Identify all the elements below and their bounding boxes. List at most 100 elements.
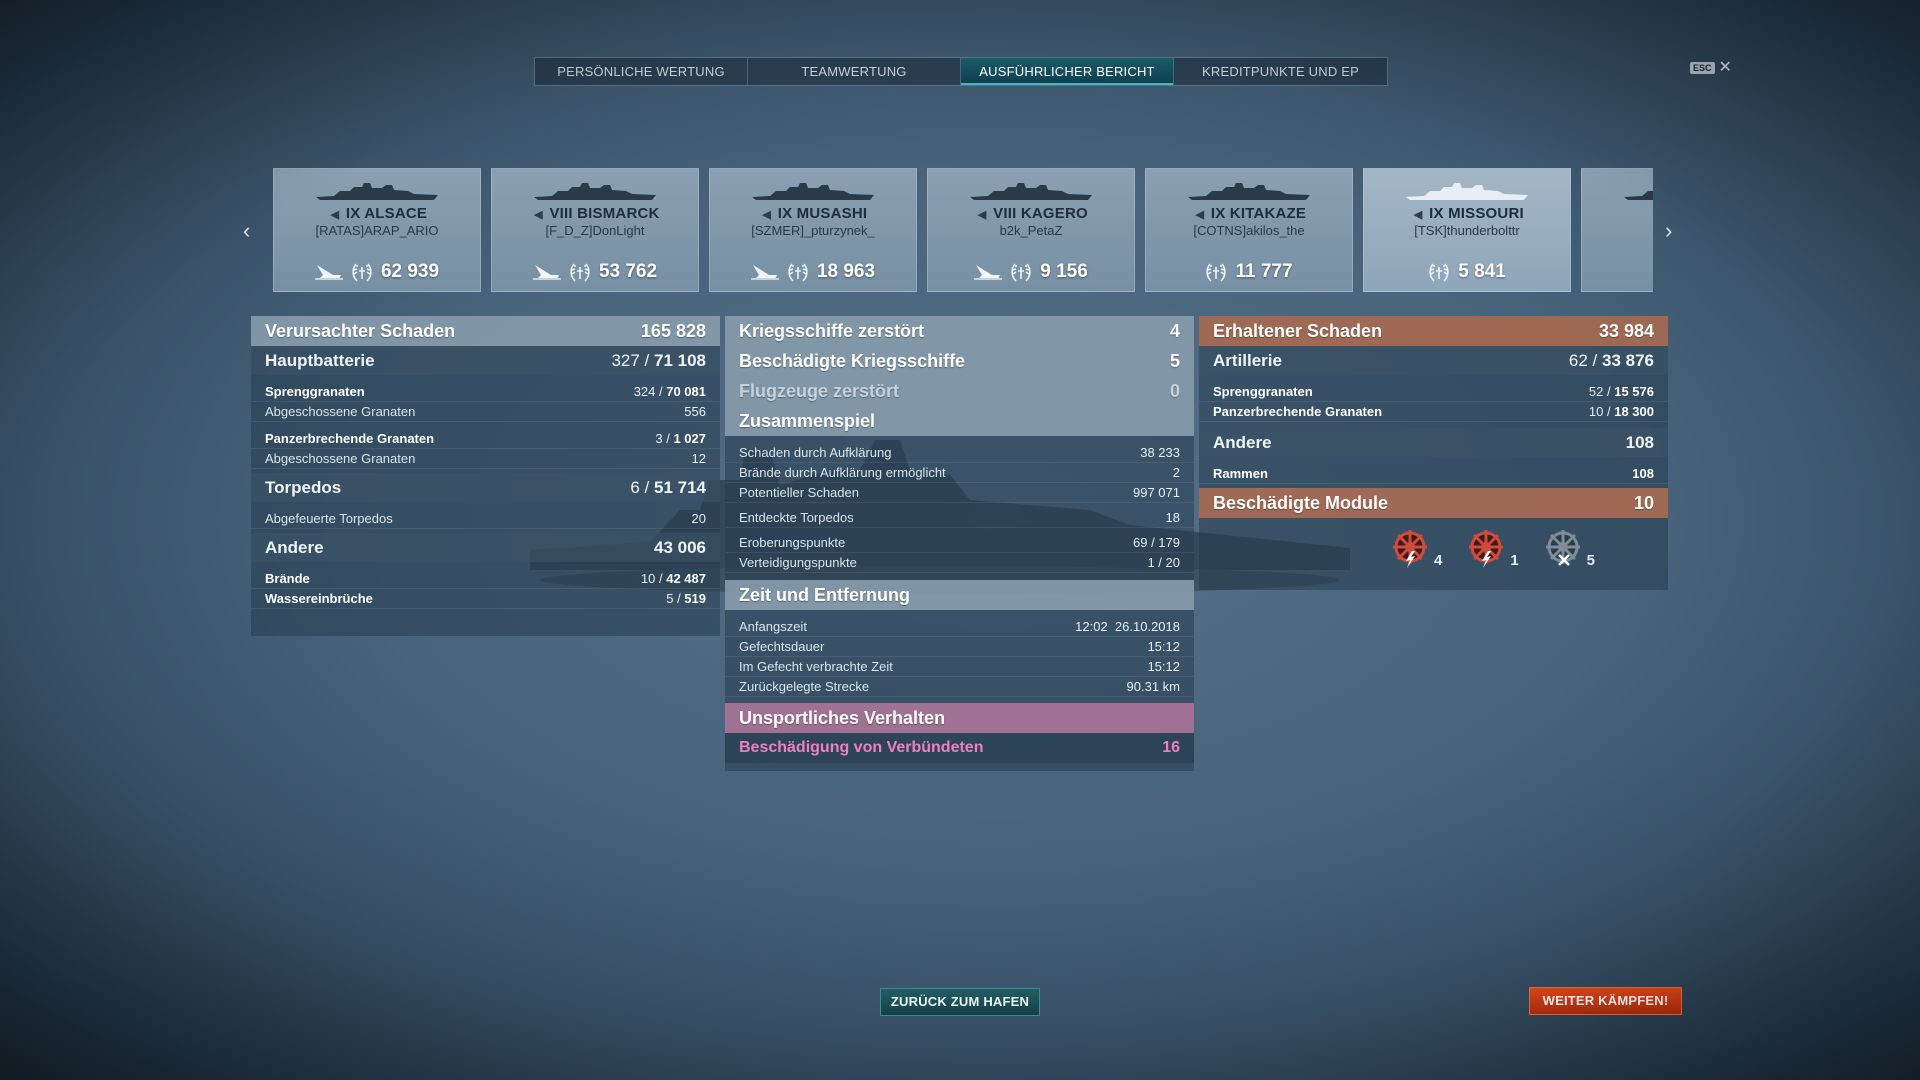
ship-card[interactable]: ◀[S	[1581, 168, 1653, 292]
ship-silhouette-icon	[752, 183, 874, 200]
received-ap-hits: 10	[1588, 404, 1604, 419]
stat-value: 997 071	[1133, 485, 1180, 500]
planes-destroyed-row: Flugzeuge zerstört 0	[725, 376, 1194, 406]
he-shells-row: Sprenggranaten 324 / 70 081	[251, 382, 720, 402]
received-he-hits: 52	[1588, 384, 1604, 399]
ship-name: VIII KAGERO	[993, 205, 1088, 222]
ship-card[interactable]: ◀ IX MUSASHI [SZMER]_pturzynek_ 18 963	[709, 168, 917, 292]
ship-carousel-next-button[interactable]: ›	[1665, 218, 1672, 244]
stat-label: Schaden durch Aufklärung	[739, 445, 892, 460]
fires-label: Brände	[265, 571, 310, 586]
he-shells-fired-row: Abgeschossene Granaten 556	[251, 402, 720, 422]
received-he-row: Sprenggranaten 52 / 15 576	[1199, 382, 1668, 402]
ship-damage-value: 18 963	[816, 261, 876, 282]
ship-carousel-prev-button[interactable]: ‹	[243, 218, 250, 244]
damage-wreath-icon	[1206, 263, 1227, 282]
torpedoes-fired-label: Abgefeuerte Torpedos	[265, 511, 393, 526]
time-row: Gefechtsdauer 15:12	[725, 637, 1194, 657]
received-other-value: 108	[1625, 432, 1654, 452]
tab-personal-score[interactable]: PERSÖNLICHE WERTUNG	[535, 58, 748, 85]
stat-label: Gefechtsdauer	[739, 639, 825, 654]
damaged-modules-header: Beschädigte Module 10	[1199, 488, 1668, 518]
tab-team-score[interactable]: TEAMWERTUNG	[748, 58, 961, 85]
main-battery-row: Hauptbatterie 327 / 71 108	[251, 346, 720, 375]
ship-name: IX KITAKAZE	[1210, 205, 1307, 222]
he-shells-fired-value: 556	[684, 404, 706, 419]
ship-destroyed-icon	[750, 265, 779, 280]
player-name: [F_D_Z]DonLight	[545, 223, 645, 238]
ship-damage-value: 9 156	[1040, 261, 1088, 282]
stat-label: Verteidigungspunkte	[739, 555, 857, 570]
he-shells-damage: 70 081	[666, 384, 706, 399]
ramming-value: 108	[1632, 466, 1654, 481]
friendly-fire-label: Beschädigung von Verbündeten	[739, 739, 984, 756]
player-name: [COTNS]akilos_the	[1193, 223, 1305, 238]
damage-received-title: Erhaltener Schaden	[1213, 320, 1383, 341]
combat-stats-panel: Kriegsschiffe zerstört 4 Beschädigte Krie…	[725, 316, 1194, 771]
ship-card[interactable]: ◀ IX MISSOURI [TSK]thunderbolttr 5 841	[1363, 168, 1571, 292]
stat-value: 38 233	[1140, 445, 1180, 460]
artillery-label: Artillerie	[1213, 350, 1282, 370]
stat-value: 15:12	[1147, 639, 1180, 654]
ship-card[interactable]: ◀ VIII KAGERO b2k_PetaZ 9 156	[927, 168, 1135, 292]
start-time-label: Anfangszeit	[739, 619, 807, 634]
main-battery-damage: 71 108	[654, 350, 706, 370]
ship-silhouette-icon	[1188, 183, 1310, 200]
ap-shells-fired-row: Abgeschossene Granaten 12	[251, 449, 720, 469]
ship-destroyed-icon	[314, 265, 343, 280]
back-to-port-button[interactable]: ZURÜCK ZUM HAFEN	[880, 988, 1040, 1016]
ship-card[interactable]: ◀ IX KITAKAZE [COTNS]akilos_the 11 777	[1145, 168, 1353, 292]
received-ap-label: Panzerbrechende Granaten	[1213, 404, 1383, 419]
received-he-label: Sprenggranaten	[1213, 384, 1313, 399]
player-name: [S	[1582, 223, 1653, 238]
he-shells-label: Sprenggranaten	[265, 384, 365, 399]
he-shells-fired-label: Abgeschossene Granaten	[265, 404, 416, 419]
main-battery-hits: 327	[611, 350, 640, 370]
module-count: 1	[1510, 552, 1519, 569]
ship-silhouette-icon	[534, 183, 656, 200]
ap-shells-label: Panzerbrechende Granaten	[265, 431, 435, 446]
stat-label: Zurückgelegte Strecke	[739, 679, 870, 694]
player-name: b2k_PetaZ	[999, 223, 1063, 238]
ship-silhouette-icon	[316, 183, 438, 200]
damage-wreath-icon	[1011, 263, 1031, 282]
ship-damage-row: 53 762	[492, 261, 698, 283]
battle-button[interactable]: WEITER KÄMPFEN!	[1529, 987, 1682, 1015]
stat-label: Im Gefecht verbrachte Zeit	[739, 659, 893, 674]
torpedoes-hits: 6	[630, 477, 640, 497]
stat-label: Potentieller Schaden	[739, 485, 859, 500]
planes-destroyed-value: 0	[1169, 380, 1180, 401]
torpedoes-fired-row: Abgefeuerte Torpedos 20	[251, 509, 720, 529]
start-time-row: Anfangszeit 12:02 26.10.2018	[725, 617, 1194, 637]
damage-wreath-icon	[570, 263, 590, 282]
tab-detailed-report[interactable]: AUSFÜHRLICHER BERICHT	[961, 58, 1174, 85]
module-item: 4	[1392, 529, 1442, 569]
floods-row: Wassereinbrüche 5 / 519	[251, 589, 720, 609]
damaged-modules-total: 10	[1633, 492, 1654, 513]
ship-class-icon: ◀	[534, 209, 543, 221]
ship-card[interactable]: ◀ VIII BISMARCK [F_D_Z]DonLight 53 762	[491, 168, 699, 292]
tab-credits-xp[interactable]: KREDITPUNKTE UND EP	[1174, 58, 1387, 85]
stat-value: 69 / 179	[1133, 535, 1180, 550]
tab-bar: PERSÖNLICHE WERTUNG TEAMWERTUNG AUSFÜHRL…	[534, 57, 1388, 86]
stat-label: Entdeckte Torpedos	[739, 510, 854, 525]
stat-value: 2	[1172, 465, 1180, 480]
main-battery-label: Hauptbatterie	[265, 350, 375, 370]
ships-damaged-value: 5	[1169, 350, 1180, 371]
ap-shells-row: Panzerbrechende Granaten 3 / 1 027	[251, 429, 720, 449]
damage-wreath-icon	[788, 263, 808, 282]
ship-damage-value: 62 939	[380, 261, 440, 282]
ship-class-icon: ◀	[330, 209, 340, 221]
other-damage-label: Andere	[265, 537, 324, 557]
friendly-fire-row: Beschädigung von Verbündeten 16	[725, 733, 1194, 763]
stat-value: 90.31 km	[1126, 679, 1180, 694]
ship-damage-value: 5 841	[1458, 261, 1506, 282]
ship-destroyed-icon	[974, 265, 1003, 280]
steering-gear-damaged-icon	[1392, 530, 1427, 568]
close-button[interactable]: ESC ✕	[1690, 60, 1732, 76]
player-name: [SZMER]_pturzynek_	[751, 223, 875, 238]
teamwork-row: Potentieller Schaden 997 071	[725, 483, 1194, 503]
ramming-label: Rammen	[1213, 466, 1268, 481]
ship-name: VIII BISMARCK	[549, 205, 660, 222]
ship-card[interactable]: ◀ IX ALSACE [RATAS]ARAP_ARIO 62 939	[273, 168, 481, 292]
